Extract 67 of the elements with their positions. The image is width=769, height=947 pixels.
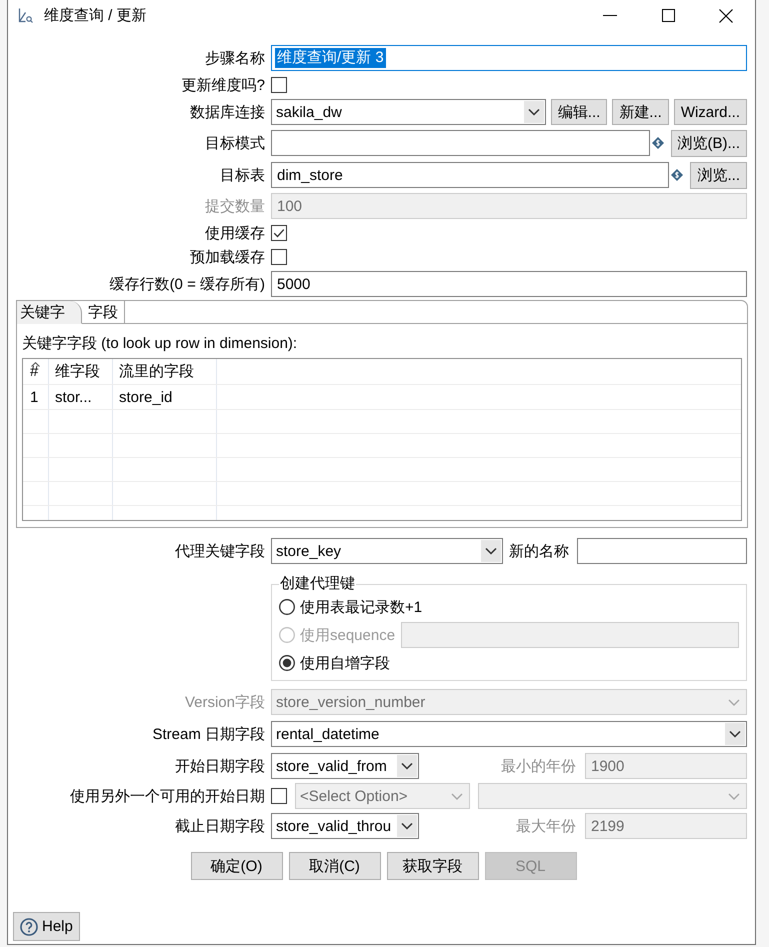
close-icon <box>719 8 733 22</box>
angle-lens-icon <box>18 8 33 23</box>
dropdown[interactable]: store_key <box>271 538 503 564</box>
action-button[interactable]: 编辑... <box>550 99 608 125</box>
field-label: 目标表 <box>220 166 265 184</box>
field-label: 使用另外一个可用的开始日期 <box>70 786 265 806</box>
tab[interactable]: 字段 <box>82 301 125 324</box>
tab[interactable]: 关键字 <box>17 301 82 324</box>
chevron-down-icon <box>725 723 745 745</box>
dialog-button[interactable]: 取消(C) <box>288 852 380 880</box>
field-label: 更新维度吗? <box>182 76 265 94</box>
field-label: 预加载缓存 <box>190 248 265 266</box>
dropdown[interactable]: sakila_dw <box>271 99 546 125</box>
field-label: Version字段 <box>184 692 265 712</box>
dialog-button[interactable]: 确定(O) <box>190 852 282 880</box>
checkbox[interactable] <box>271 225 287 241</box>
help-button[interactable]: Help <box>13 912 80 941</box>
checkbox[interactable] <box>271 249 287 265</box>
field-label: 最小的年份 <box>501 756 576 776</box>
field-label: 数据库连接 <box>190 102 265 122</box>
chevron-down-icon <box>481 540 501 562</box>
column-header[interactable]: 维字段 <box>49 359 113 384</box>
action-button[interactable]: Wizard... <box>674 99 747 125</box>
field-label: Stream 日期字段 <box>152 724 265 744</box>
field-label: 截止日期字段 <box>175 816 265 836</box>
text-field[interactable] <box>271 130 650 156</box>
table-cell: store_id <box>113 385 217 409</box>
field-label: 缓存行数(0 = 缓存所有) <box>110 274 265 294</box>
chevron-down-icon <box>451 792 463 800</box>
dropdown[interactable]: store_valid_from <box>271 753 419 779</box>
help-icon <box>20 918 38 936</box>
table-caption: 关键字字段 (to look up row in dimension): <box>22 334 298 354</box>
field-label: 使用缓存 <box>205 224 265 242</box>
row-number: 1 <box>23 385 49 409</box>
field-label: 代理关键字段 <box>175 542 265 560</box>
field-label: 目标模式 <box>205 134 265 152</box>
radio-option[interactable]: 使用自增字段 <box>279 654 390 672</box>
chevron-down-icon <box>524 101 544 123</box>
radio-option[interactable]: 使用表最记录数+1 <box>279 598 422 616</box>
text-field[interactable]: 维度查询/更新 3 <box>271 45 747 71</box>
dropdown[interactable]: store_valid_throu <box>271 813 419 839</box>
text-field[interactable]: 5000 <box>271 271 747 297</box>
field-label: 新的名称 <box>509 542 569 560</box>
browse-button[interactable]: 浏览... <box>690 162 747 188</box>
text-field[interactable] <box>577 538 747 564</box>
dropdown[interactable]: rental_datetime <box>271 721 747 747</box>
maximize-icon <box>662 9 674 22</box>
sort-caret-icon <box>31 362 40 367</box>
action-button[interactable]: 新建... <box>612 99 669 125</box>
minimize-icon <box>603 15 617 16</box>
field-label: 提交数量 <box>205 196 265 216</box>
field-label: 最大年份 <box>516 816 576 836</box>
column-header[interactable]: # <box>23 359 49 384</box>
dialog-button[interactable]: 获取字段 <box>386 852 478 880</box>
chevron-down-icon <box>397 755 417 777</box>
window-title: 维度查询 / 更新 <box>44 6 147 25</box>
chevron-down-icon <box>728 792 740 800</box>
text-field[interactable]: dim_store <box>271 162 670 188</box>
checkbox[interactable] <box>271 77 287 93</box>
field-label: 开始日期字段 <box>175 756 265 776</box>
browse-button[interactable]: 浏览(B)... <box>670 130 747 156</box>
field-label: 步骤名称 <box>205 48 265 68</box>
column-header[interactable]: 流里的字段 <box>113 359 217 384</box>
table-cell: stor... <box>49 385 113 409</box>
chevron-down-icon <box>728 698 740 706</box>
chevron-down-icon <box>397 815 417 837</box>
group-title: 创建代理键 <box>279 575 356 593</box>
